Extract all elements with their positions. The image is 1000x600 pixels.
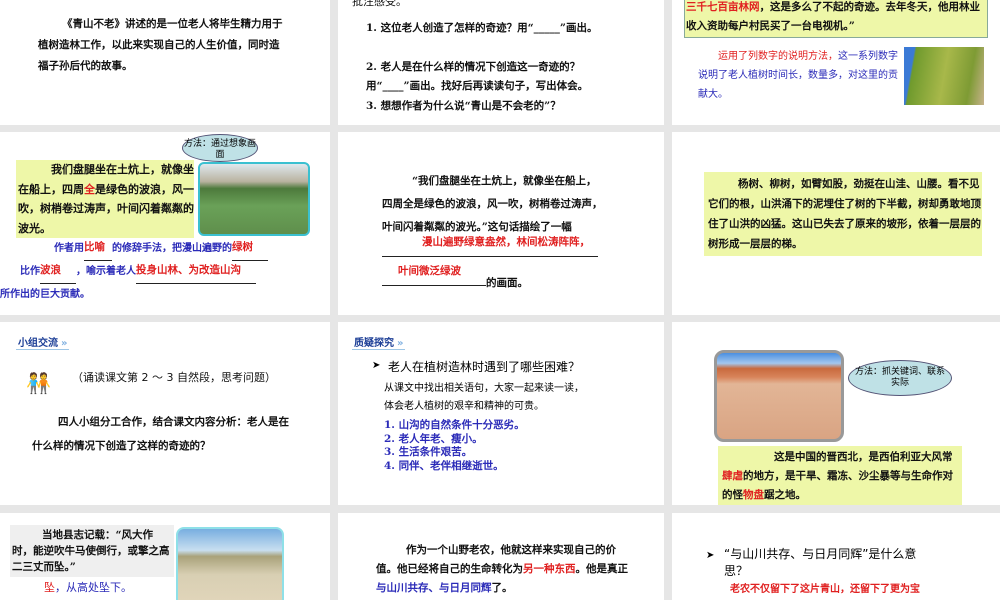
quote-part: 踞之地。 [764, 489, 806, 501]
slide-thumbnail-8[interactable]: 质疑探究» ➤ 老人在植树造林时遇到了哪些困难？ 从课文中找出相关语句，大家一起… [338, 322, 664, 505]
fill-part: 的修辞手法，把漫山遍野的 [112, 243, 232, 254]
instruction-text: （诵读课文第 2 ～ 3 自然段，思考问题） [72, 371, 276, 384]
text-highlight-red: 另一种东西 [523, 563, 576, 575]
question-3: 3. 想想作者为什么说“青山是不会老的”？ [366, 100, 561, 112]
farmland-image [198, 162, 310, 236]
bubble-text: 方法：抓关键词、联系实际 [855, 367, 946, 388]
answer-2: 绿树 [232, 241, 253, 253]
quote-part: 这是中国的晋西北，是西伯利亚大风常 [774, 451, 953, 463]
quote-box: 这是中国的晋西北，是西伯利亚大风常肆虐的地方，是干旱、霜冻、沙尘暴等与生命作对的… [718, 446, 962, 505]
quote-highlight: 肆虐 [722, 470, 743, 482]
section-tag: 小组交流» [16, 334, 70, 350]
answer-text: 老农不仅留下了这片青山，还留下了更为宝 [730, 584, 920, 595]
fill-part: 所作出的巨大贡献。 [0, 289, 90, 300]
sand-dune-image [176, 527, 284, 600]
slide-thumbnail-7[interactable]: 小组交流» 🧑‍🤝‍🧑 （诵读课文第 2 ～ 3 自然段，思考问题） 四人小组分… [0, 322, 330, 505]
fill-part: 作者用 [54, 243, 84, 254]
slide-thumbnail-6[interactable]: 杨树、柳树，如臂如股，劲挺在山洼、山腰。看不见它们的根，山洪涌下的泥埋住了树的下… [672, 132, 1000, 315]
question-2: 2. 老人是在什么样的情况下创造这一奇迹的？用“____”画出。找好后再读读句子… [366, 61, 589, 92]
fill-part: ，喻示着老人 [76, 266, 136, 277]
intro-text: 从课文中找出相关语句，大家一起来读一读，体会老人植树的艰辛和精神的可贵。 [384, 383, 584, 412]
clipped-text: 批注感受。 [352, 0, 407, 8]
definition-text: 坠，从高处坠下。 [44, 581, 132, 595]
quote-highlight: 全 [84, 182, 95, 196]
difficulty-list: 1. 山沟的自然条件十分恶劣。 2. 老人年老、瘦小。 3. 生活条件艰苦。 4… [384, 419, 525, 473]
bubble-text: 方法：通过想象画面 [183, 139, 256, 160]
chevron-right-icon: » [397, 338, 404, 349]
answer-4: 投身山林、为改造山沟 [136, 264, 241, 276]
definition-meaning: ，从高处坠下。 [55, 581, 132, 594]
list-item: 1. 山沟的自然条件十分恶劣。 [384, 419, 525, 431]
list-item: 4. 同伴、老伴相继逝世。 [384, 459, 504, 472]
bullet-arrow-icon: ➤ [372, 360, 381, 371]
slide-thumbnail-10[interactable]: 当地县志记载：“风大作时，能逆吹牛马使倒行，或擎之高二三丈而坠。” 坠，从高处坠… [0, 513, 330, 600]
slide-thumbnail-9[interactable]: 方法：抓关键词、联系实际 这是中国的晋西北，是西伯利亚大风常肆虐的地方，是干旱、… [672, 322, 1000, 505]
section-tag: 质疑探究» [352, 334, 406, 350]
bullet-arrow-icon: ➤ [706, 550, 715, 561]
answer-1: 比喻 [84, 241, 105, 253]
question-1: 1. 这位老人创造了怎样的奇迹？用“_____”画出。 [366, 22, 598, 34]
question-text: 老人在植树造林时遇到了哪些困难？ [388, 360, 581, 374]
answer-2: 叶间微泛绿波 [398, 265, 461, 277]
slide-body-text: 《青山不老》讲述的是一位老人将毕生精力用于植树造林工作，以此来实现自己的人生价值… [38, 18, 283, 72]
chevron-right-icon: » [61, 338, 68, 349]
quote-box: 杨树、柳树，如臂如股，劲挺在山洼、山腰。看不见它们的根，山洪涌下的泥埋住了树的下… [704, 172, 982, 256]
note-text: 运用了列数字的说明方法，这一系列数字说明了老人植树时间长，数量多，对这里的贡献大… [698, 47, 898, 104]
slide-thumbnail-2[interactable]: 批注感受。 1. 这位老人创造了怎样的奇迹？用“_____”画出。 2. 老人是… [338, 0, 664, 125]
slide-thumbnail-11[interactable]: 作为一个山野老农，他就这样来实现自己的价值。他已经将自己的生命转化为另一种东西。… [338, 513, 664, 600]
fill-part: 比作 [20, 266, 40, 277]
tag-label: 质疑探究 [354, 338, 394, 349]
method-bubble: 方法：抓关键词、联系实际 [848, 360, 952, 396]
list-item: 2. 老人年老、瘦小。 [384, 432, 483, 445]
text-highlight-blue: 与山川共存、与日月同辉 [376, 582, 492, 594]
quote-highlight: 物盘 [743, 489, 764, 501]
quote-line: “我们盘腿坐在土炕上，就像坐在船上， [412, 175, 597, 187]
text-part: 。他是真正 [575, 563, 629, 575]
answer-3: 波浪 [40, 264, 61, 276]
desert-image [714, 350, 844, 442]
students-illustration-icon: 🧑‍🤝‍🧑 [26, 371, 51, 395]
definition-word: 坠 [44, 581, 55, 594]
slide-thumbnail-5[interactable]: “我们盘腿坐在土炕上，就像坐在船上， 四周全是绿色的波浪，风一吹，树梢卷过涛声，… [338, 132, 664, 315]
quote-end: 的画面。 [486, 277, 528, 289]
slide-thumbnail-1[interactable]: 《青山不老》讲述的是一位老人将毕生精力用于植树造林工作，以此来实现自己的人生价值… [0, 0, 330, 125]
tag-label: 小组交流 [18, 338, 58, 349]
quote-red: 三千七百亩林网 [686, 1, 760, 13]
quote-text: 我们盘腿坐在土炕上，就像坐在船上，四周全是绿色的波浪，风一吹，树梢卷过涛声，叶间… [18, 160, 194, 238]
slide-thumbnail-3[interactable]: 三千七百亩林网，这是多么了不起的奇迹。去年冬天，他用林业收入资助每户村民买了一台… [672, 0, 1000, 125]
paragraph-text: 作为一个山野老农，他就这样来实现自己的价值。他已经将自己的生命转化为另一种东西。… [376, 541, 632, 598]
list-item: 3. 生活条件艰苦。 [384, 446, 473, 458]
task-text: 四人小组分工合作，结合课文内容分析：老人是在什么样的情况下创造了这样的奇迹的？ [32, 416, 289, 452]
quote-line: 四周全是绿色的波浪，风一吹，树梢卷过涛声， [382, 198, 603, 210]
quote-text: “我们盘腿坐在土炕上，就像坐在船上， 四周全是绿色的波浪，风一吹，树梢卷过涛声，… [382, 170, 652, 295]
method-bubble: 方法：通过想象画面 [182, 134, 258, 162]
quote-box: 当地县志记载：“风大作时，能逆吹牛马使倒行，或擎之高二三丈而坠。” [10, 525, 174, 577]
text-part: 了。 [491, 582, 513, 594]
note-red: 运用了列数字的说明方法， [718, 51, 838, 62]
slide-thumbnail-4[interactable]: 我们盘腿坐在土炕上，就像坐在船上，四周全是绿色的波浪，风一吹，树梢卷过涛声，叶间… [0, 132, 330, 315]
answer-1: 漫山遍野绿意盎然，林间松涛阵阵， [422, 236, 590, 248]
poplar-wall-image [904, 47, 984, 105]
quote-text: 三千七百亩林网，这是多么了不起的奇迹。去年冬天，他用林业收入资助每户村民买了一台… [686, 0, 986, 36]
fill-in-text: 作者用 比喻 的修辞手法，把漫山遍野的 绿树 比作 波浪 ，喻示着老人 投身山林、为改造… [0, 238, 310, 306]
question-text: “与山川共存、与日月同辉”是什么意思？ [724, 547, 917, 578]
slide-thumbnail-12[interactable]: ➤ “与山川共存、与日月同辉”是什么意思？ 老农不仅留下了这片青山，还留下了更为… [672, 513, 1000, 600]
